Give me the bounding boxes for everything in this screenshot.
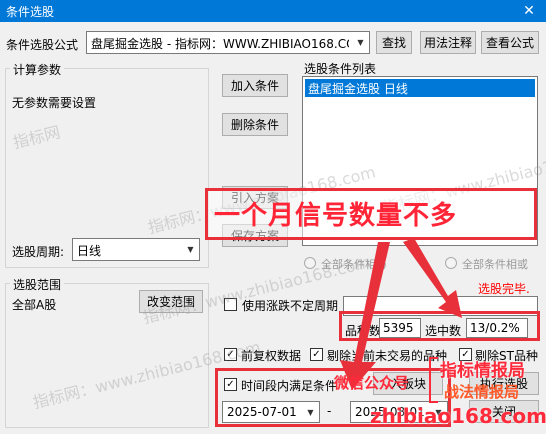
stamp-bracket-icon — [429, 357, 438, 403]
site-label: zhibiao168.com — [370, 404, 546, 428]
brand-secondary: 战法情报局 — [444, 383, 520, 401]
wechat-label: 微信公众号 — [334, 374, 410, 392]
brand-primary: 指标情报局 — [440, 361, 525, 381]
arrow-left-icon — [340, 242, 390, 390]
arrow-right-icon — [403, 238, 462, 318]
